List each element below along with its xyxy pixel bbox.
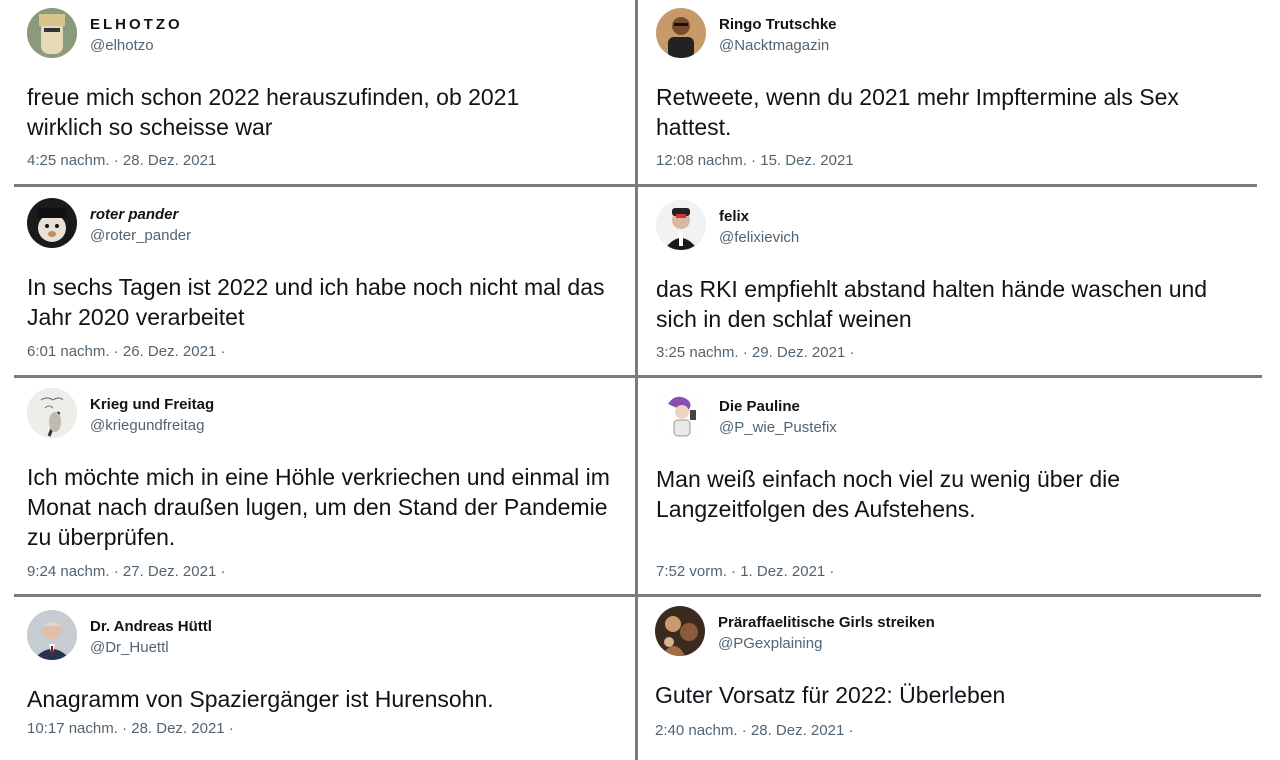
handle[interactable]: @PGexplaining [718,634,935,653]
tweet-text: Ich möchte mich in eine Höhle verkrieche… [27,464,610,550]
handle[interactable]: @roter_pander [90,226,191,245]
avatar[interactable] [656,390,706,440]
tweet-timestamp[interactable]: 7:52 vorm. · 1. Dez. 2021 · [656,563,834,580]
handle[interactable]: @Dr_Huettl [90,638,212,657]
tweet-card[interactable]: Präraffaelitische Girls streiken @PGexpl… [655,606,1255,739]
display-name[interactable]: Die Pauline [719,397,837,416]
avatar[interactable] [656,8,706,58]
avatar[interactable] [27,388,77,438]
tweet-timestamp[interactable]: 12:08 nachm. · 15. Dez. 2021 [656,152,854,169]
tweet-timestamp[interactable]: 6:01 nachm. · 26. Dez. 2021 · [27,343,225,360]
display-name[interactable]: ELHOTZO [90,15,183,34]
tweet-text: freue mich schon 2022 herauszufinden, ob… [27,84,520,140]
handle[interactable]: @felixievich [719,228,799,247]
tweet-timestamp[interactable]: 2:40 nachm. · 28. Dez. 2021 · [655,722,853,739]
handle[interactable]: @Nacktmagazin [719,36,837,55]
tweet-text: Anagramm von Spaziergänger ist Hurensohn… [27,686,494,712]
display-name[interactable]: roter pander [90,205,191,224]
tweet-timestamp[interactable]: 3:25 nachm. · 29. Dez. 2021 · [656,344,854,361]
handle[interactable]: @P_wie_Pustefix [719,418,837,437]
tweet-card[interactable]: Die Pauline @P_wie_Pustefix Man weiß ein… [656,390,1256,580]
display-name[interactable]: Krieg und Freitag [90,395,214,414]
tweet-timestamp[interactable]: 4:25 nachm. · 28. Dez. 2021 [27,152,216,169]
avatar[interactable] [656,200,706,250]
avatar[interactable] [27,198,77,248]
tweet-timestamp[interactable]: 9:24 nachm. · 27. Dez. 2021 · [27,563,225,580]
tweet-card[interactable]: Ringo Trutschke @Nacktmagazin Retweete, … [656,8,1256,169]
tweet-timestamp[interactable]: 10:17 nachm. · 28. Dez. 2021 · [27,720,234,737]
tweet-card[interactable]: ELHOTZO @elhotzo freue mich schon 2022 h… [27,8,627,169]
display-name[interactable]: Dr. Andreas Hüttl [90,617,212,636]
tweet-text: In sechs Tagen ist 2022 und ich habe noc… [27,274,605,330]
horizontal-divider [14,594,1261,597]
tweet-text: Guter Vorsatz für 2022: Überleben [655,682,1006,708]
vertical-divider [635,0,638,760]
tweet-card[interactable]: Dr. Andreas Hüttl @Dr_Huettl Anagramm vo… [27,610,627,737]
tweet-card[interactable]: roter pander @roter_pander In sechs Tage… [27,198,627,360]
horizontal-divider [14,375,1262,378]
handle[interactable]: @kriegundfreitag [90,416,214,435]
tweet-card[interactable]: felix @felixievich das RKI empfiehlt abs… [656,200,1256,361]
tweet-text: Retweete, wenn du 2021 mehr Impftermine … [656,84,1179,140]
avatar[interactable] [27,610,77,660]
avatar[interactable] [27,8,77,58]
display-name[interactable]: Ringo Trutschke [719,15,837,34]
tweet-text: Man weiß einfach noch viel zu wenig über… [656,466,1121,522]
handle[interactable]: @elhotzo [90,36,183,55]
display-name[interactable]: Präraffaelitische Girls streiken [718,613,935,632]
display-name[interactable]: felix [719,207,799,226]
tweet-card[interactable]: Krieg und Freitag @kriegundfreitag Ich m… [27,388,627,580]
avatar[interactable] [655,606,705,656]
horizontal-divider [14,184,1257,187]
tweet-text: das RKI empfiehlt abstand halten hände w… [656,276,1208,332]
